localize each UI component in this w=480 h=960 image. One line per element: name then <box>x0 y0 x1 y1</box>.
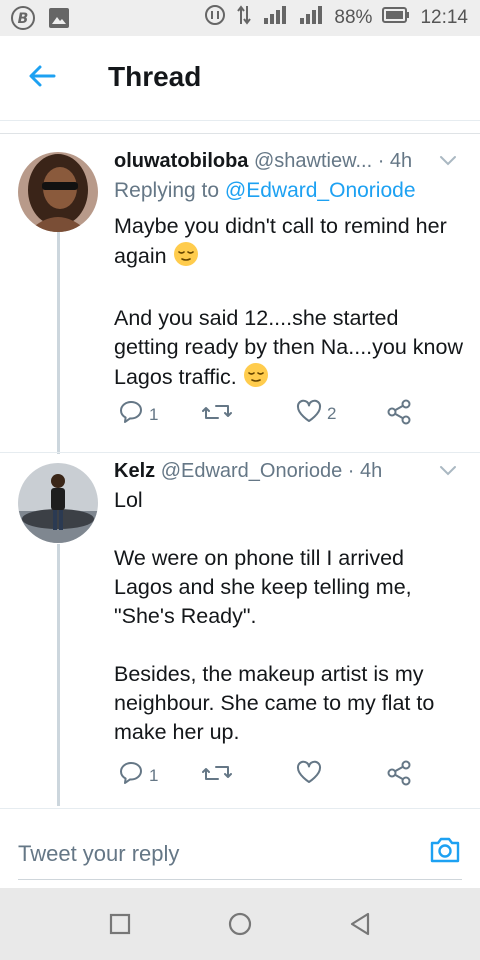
tweet-header: Kelz @Edward_Onoriode · 4h <box>114 460 460 483</box>
home-icon[interactable] <box>228 912 252 941</box>
reply-count: 1 <box>149 765 159 785</box>
tweet-actions: 1 <box>114 760 424 790</box>
share-button[interactable] <box>386 760 412 791</box>
retweet-icon <box>202 760 232 791</box>
svg-text:B: B <box>18 11 29 27</box>
app-bar: Thread <box>0 36 480 121</box>
signal-icon <box>298 4 324 32</box>
replying-label: Replying to <box>114 179 220 202</box>
reply-icon <box>118 760 144 791</box>
tweet[interactable]: oluwatobiloba @shawtiew... · 4h Replying… <box>0 134 480 452</box>
arrow-left-icon <box>28 64 56 93</box>
like-count: 2 <box>327 403 337 423</box>
tweet-actions: 1 2 <box>114 399 424 429</box>
back-button[interactable] <box>22 58 62 98</box>
tweet-paragraph: We were on phone till I arrived Lagos an… <box>114 546 412 628</box>
author-name[interactable]: Kelz <box>114 460 155 482</box>
tweet-text: Lol We were on phone till I arrived Lago… <box>114 486 464 747</box>
recents-icon[interactable] <box>109 913 131 940</box>
status-bar: B 88% 12:14 <box>0 0 480 36</box>
camera-icon[interactable] <box>428 835 462 870</box>
reply-placeholder: Tweet your reply <box>18 841 180 866</box>
retweet-icon <box>202 399 232 430</box>
tweet-paragraph: Maybe you didn't call to remind her agai… <box>114 214 447 268</box>
page-title: Thread <box>108 61 202 92</box>
author-handle[interactable]: @shawtiew... <box>254 150 372 172</box>
clock: 12:14 <box>420 7 468 28</box>
retweet-button[interactable] <box>202 760 232 791</box>
b-app-icon: B <box>10 5 36 37</box>
battery-icon <box>382 6 410 30</box>
signal-icon <box>262 4 288 32</box>
reply-button[interactable]: 1 <box>118 760 158 791</box>
share-icon <box>386 399 412 430</box>
like-icon <box>296 760 322 789</box>
navigation-bar <box>0 888 480 960</box>
timestamp: · 4h <box>377 150 413 172</box>
tweet-header: oluwatobiloba @shawtiew... · 4h <box>114 150 460 173</box>
gallery-icon <box>48 7 70 35</box>
mention-link[interactable]: @Edward_Onoriode <box>225 179 416 202</box>
retweet-button[interactable] <box>202 399 232 430</box>
like-button[interactable]: 2 <box>296 399 336 428</box>
share-button[interactable] <box>386 399 412 430</box>
timestamp: · 4h <box>347 460 383 482</box>
tweet[interactable]: Kelz @Edward_Onoriode · 4h Lol We were o… <box>0 453 480 808</box>
chevron-down-icon[interactable] <box>438 460 458 486</box>
data-transfer-icon <box>236 4 252 32</box>
data-saver-icon <box>204 4 226 32</box>
tweet-paragraph: Besides, the makeup artist is my neighbo… <box>114 662 435 744</box>
reply-icon <box>118 399 144 430</box>
reply-button[interactable]: 1 <box>118 399 158 430</box>
like-button[interactable] <box>296 760 327 789</box>
author-name[interactable]: oluwatobiloba <box>114 150 248 172</box>
relieved-face-emoji-icon <box>173 241 199 275</box>
like-icon <box>296 399 322 428</box>
share-icon <box>386 760 412 791</box>
tweet-paragraph: And you said 12....she started getting r… <box>114 306 463 389</box>
replying-to: Replying to @Edward_Onoriode <box>114 179 416 203</box>
back-icon[interactable] <box>349 912 371 941</box>
reply-input[interactable]: Tweet your reply <box>18 831 462 880</box>
chevron-down-icon[interactable] <box>438 150 458 176</box>
tweet-paragraph: Lol <box>114 488 143 512</box>
author-handle[interactable]: @Edward_Onoriode <box>161 460 343 482</box>
tweet-text: Maybe you didn't call to remind her agai… <box>114 212 464 396</box>
battery-percent: 88% <box>334 7 373 28</box>
reply-bar: Tweet your reply <box>0 808 480 889</box>
relieved-face-emoji-icon <box>243 362 269 396</box>
reply-count: 1 <box>149 404 159 424</box>
avatar[interactable] <box>18 463 98 543</box>
avatar[interactable] <box>18 152 98 232</box>
